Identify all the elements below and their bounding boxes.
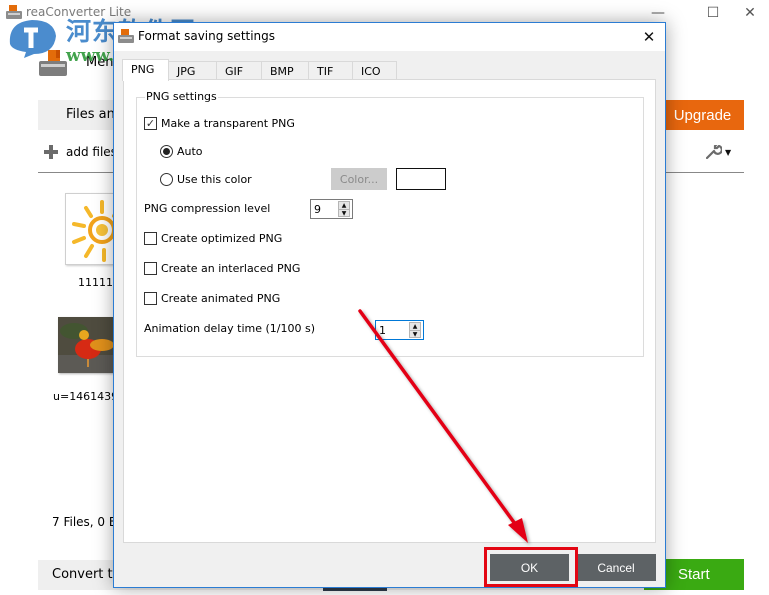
format-tabs: PNG JPG GIF BMP TIF ICO (122, 59, 397, 81)
caret-down-icon: ▼ (725, 147, 732, 157)
file-count-status: 7 Files, 0 E (52, 515, 117, 529)
create-interlaced-label: Create an interlaced PNG (161, 262, 301, 275)
create-optimized-label: Create optimized PNG (161, 232, 283, 245)
spin-up-icon[interactable]: ▲ (410, 323, 420, 330)
radio-selected[interactable] (160, 145, 173, 158)
radio-use-color-label: Use this color (177, 173, 252, 186)
radio-use-this-color[interactable]: Use this color (160, 173, 252, 186)
make-transparent-label: Make a transparent PNG (161, 117, 295, 130)
format-saving-settings-dialog: Format saving settings ✕ PNG JPG GIF BMP… (113, 22, 666, 588)
tab-png[interactable]: PNG (122, 59, 169, 81)
spin-down-icon[interactable]: ▼ (339, 209, 349, 217)
make-transparent-checkbox[interactable]: ✓ Make a transparent PNG (144, 117, 295, 130)
wrench-icon (706, 145, 722, 159)
radio-auto-label: Auto (177, 145, 203, 158)
spin-down-icon[interactable]: ▼ (410, 330, 420, 338)
animation-delay-value[interactable]: 1 (379, 324, 409, 337)
plus-icon (44, 145, 58, 159)
compression-level-value[interactable]: 9 (314, 203, 338, 216)
png-settings-legend: PNG settings (145, 90, 218, 103)
create-animated-checkbox[interactable]: Create animated PNG (144, 292, 280, 305)
ok-button[interactable]: OK (490, 554, 569, 581)
animation-delay-label: Animation delay time (1/100 s) (144, 322, 315, 335)
radio-unselected[interactable] (160, 173, 173, 186)
color-picker-button[interactable]: Color... (331, 168, 387, 190)
create-animated-label: Create animated PNG (161, 292, 281, 305)
radio-auto[interactable]: Auto (160, 145, 203, 158)
dialog-printer-icon (118, 29, 134, 43)
png-settings-group: PNG settings (136, 90, 644, 357)
tab-bmp[interactable]: BMP (261, 61, 309, 80)
file-thumbnail-pheasant[interactable] (58, 317, 118, 373)
add-files-label: add files (66, 145, 117, 159)
animation-delay-row: Animation delay time (1/100 s) (144, 322, 315, 335)
tab-gif[interactable]: GIF (216, 61, 262, 80)
menu-printer-icon[interactable] (38, 48, 68, 78)
create-interlaced-checkbox[interactable]: Create an interlaced PNG (144, 262, 300, 275)
app-printer-icon (6, 5, 22, 19)
compression-level-label: PNG compression level (144, 202, 271, 215)
tab-tif[interactable]: TIF (308, 61, 353, 80)
add-files-button[interactable]: add files (44, 145, 117, 159)
tab-jpg[interactable]: JPG (168, 61, 217, 80)
spin-up-icon[interactable]: ▲ (339, 202, 349, 209)
convert-to-label: Convert to (52, 567, 121, 582)
checkbox-unchecked[interactable] (144, 262, 157, 275)
upgrade-button[interactable]: Upgrade (661, 100, 744, 130)
animation-delay-spinner[interactable]: 1 ▲ ▼ (375, 320, 424, 340)
tab-ico[interactable]: ICO (352, 61, 397, 80)
dialog-title: Format saving settings (138, 29, 276, 43)
create-optimized-checkbox[interactable]: Create optimized PNG (144, 232, 282, 245)
compression-level-row: PNG compression level (144, 202, 270, 215)
checkbox-unchecked[interactable] (144, 232, 157, 245)
cancel-button[interactable]: Cancel (576, 554, 656, 581)
dialog-close-button[interactable]: ✕ (636, 25, 662, 49)
app-title: reaConverter Lite (26, 5, 132, 19)
compression-level-spinner[interactable]: 9 ▲ ▼ (310, 199, 353, 219)
selected-format-indicator (323, 588, 387, 591)
checkbox-unchecked[interactable] (144, 292, 157, 305)
color-swatch[interactable] (396, 168, 446, 190)
png-tab-page: PNG settings ✓ Make a transparent PNG Au… (123, 79, 656, 543)
pheasant-photo-image (58, 317, 118, 373)
checkbox-checked[interactable]: ✓ (144, 117, 157, 130)
dialog-titlebar[interactable]: Format saving settings ✕ (114, 23, 665, 51)
settings-dropdown[interactable]: ▼ (706, 145, 731, 159)
close-window-button[interactable]: ✕ (727, 0, 769, 26)
